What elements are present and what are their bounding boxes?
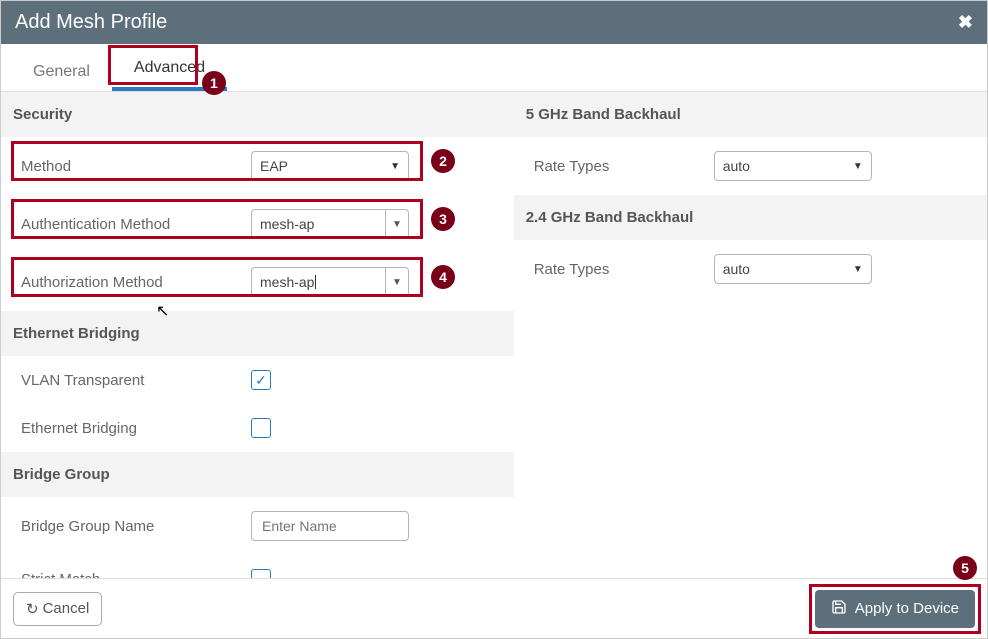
five-ghz-backhaul-header: 5 GHz Band Backhaul — [514, 92, 987, 137]
two-four-ghz-rate-select[interactable]: auto ▼ — [714, 254, 872, 284]
authorization-method-value: mesh-ap — [251, 267, 385, 297]
chevron-down-icon[interactable]: ▼ — [385, 209, 409, 239]
method-value: EAP — [260, 158, 288, 174]
modal-footer: ↻ Cancel Apply to Device 5 — [1, 578, 987, 638]
method-label: Method — [21, 158, 251, 175]
authentication-method-select[interactable]: mesh-ap ▼ — [251, 209, 409, 239]
tab-general[interactable]: General — [11, 51, 112, 91]
vlan-transparent-checkbox[interactable]: ✓ — [251, 370, 271, 390]
close-icon[interactable]: ✖ — [958, 12, 973, 33]
chevron-down-icon[interactable]: ▼ — [385, 267, 409, 297]
authorization-method-label: Authorization Method — [21, 274, 251, 291]
bridge-group-name-row: Bridge Group Name — [1, 497, 514, 555]
add-mesh-profile-modal: Add Mesh Profile ✖ General Advanced 1 Se… — [0, 0, 988, 639]
save-icon — [831, 599, 847, 619]
ethernet-bridging-row: Ethernet Bridging — [1, 404, 514, 452]
method-select[interactable]: EAP ▼ — [251, 151, 409, 181]
five-ghz-rate-label: Rate Types — [534, 158, 714, 175]
authentication-method-row: Authentication Method mesh-ap ▼ 3 — [1, 195, 514, 253]
ethernet-bridging-header: Ethernet Bridging — [1, 311, 514, 356]
cancel-button[interactable]: ↻ Cancel — [13, 592, 102, 626]
apply-to-device-button[interactable]: Apply to Device — [815, 590, 975, 628]
annotation-number-4: 4 — [431, 265, 455, 289]
authorization-method-select[interactable]: mesh-ap ▼ — [251, 267, 409, 297]
bridge-group-name-input[interactable] — [251, 511, 409, 541]
tab-bar: General Advanced 1 — [1, 44, 987, 92]
modal-title-bar: Add Mesh Profile ✖ — [1, 1, 987, 44]
bridge-group-name-label: Bridge Group Name — [21, 518, 251, 535]
chevron-down-icon: ▼ — [853, 264, 863, 275]
authorization-method-row: Authorization Method mesh-ap ▼ 4 — [1, 253, 514, 311]
apply-label: Apply to Device — [855, 600, 959, 617]
ethernet-bridging-checkbox[interactable] — [251, 418, 271, 438]
two-four-ghz-backhaul-header: 2.4 GHz Band Backhaul — [514, 195, 987, 240]
right-column: 5 GHz Band Backhaul Rate Types auto ▼ 2.… — [514, 92, 987, 579]
annotation-number-2: 2 — [431, 149, 455, 173]
modal-content: Security Method EAP ▼ 2 Authentication M… — [1, 92, 987, 579]
five-ghz-rate-row: Rate Types auto ▼ — [514, 137, 987, 195]
chevron-down-icon: ▼ — [853, 161, 863, 172]
authentication-method-value: mesh-ap — [251, 209, 385, 239]
annotation-number-1: 1 — [202, 71, 226, 95]
method-row: Method EAP ▼ 2 — [1, 137, 514, 195]
two-four-ghz-rate-label: Rate Types — [534, 261, 714, 278]
left-column: Security Method EAP ▼ 2 Authentication M… — [1, 92, 514, 579]
modal-title: Add Mesh Profile — [15, 11, 167, 34]
security-header: Security — [1, 92, 514, 137]
annotation-number-5: 5 — [953, 556, 977, 580]
vlan-transparent-label: VLAN Transparent — [21, 372, 251, 389]
cancel-label: Cancel — [43, 600, 90, 617]
ethernet-bridging-label: Ethernet Bridging — [21, 420, 251, 437]
chevron-down-icon: ▼ — [390, 161, 400, 172]
undo-icon: ↻ — [26, 600, 39, 618]
vlan-transparent-row: VLAN Transparent ✓ — [1, 356, 514, 404]
five-ghz-rate-value: auto — [723, 158, 750, 174]
two-four-ghz-rate-row: Rate Types auto ▼ — [514, 240, 987, 298]
authentication-method-label: Authentication Method — [21, 216, 251, 233]
bridge-group-header: Bridge Group — [1, 452, 514, 497]
strict-match-row: Strict Match — [1, 555, 514, 579]
five-ghz-rate-select[interactable]: auto ▼ — [714, 151, 872, 181]
annotation-number-3: 3 — [431, 207, 455, 231]
two-four-ghz-rate-value: auto — [723, 261, 750, 277]
